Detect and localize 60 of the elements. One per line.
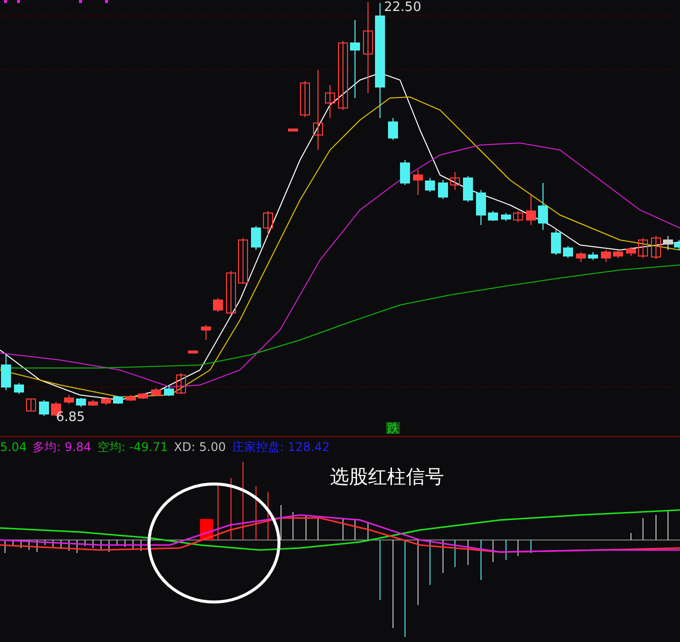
annotation-text: 选股红柱信号 <box>330 468 444 487</box>
candlestick <box>1 354 11 390</box>
candlestick <box>476 190 486 226</box>
candlestick <box>151 388 161 396</box>
candlestick <box>463 176 473 202</box>
candlestick <box>101 396 111 406</box>
candlestick <box>164 386 174 396</box>
top-marker <box>105 0 108 3</box>
signal-label: 跌 <box>386 422 400 434</box>
candlestick <box>138 392 148 400</box>
candlestick <box>563 246 573 258</box>
candlestick <box>588 252 598 260</box>
candlestick <box>76 398 86 408</box>
candlestick <box>213 298 223 312</box>
candlestick <box>488 210 498 222</box>
candlestick <box>88 400 98 406</box>
candlestick <box>438 180 448 200</box>
candlestick <box>513 210 523 222</box>
candlestick <box>26 398 36 412</box>
indicator-readout: XD: 5.00 <box>174 440 226 452</box>
high-price-label: 22.50 <box>384 1 422 14</box>
indicator-readout: 庄家控盘: 128.42 <box>232 440 330 452</box>
candlestick <box>263 210 273 236</box>
low-price-label: 6.85 <box>56 411 85 424</box>
indicator-readout: 5.04 <box>0 440 27 452</box>
candlestick <box>39 400 49 416</box>
candlestick <box>538 182 548 230</box>
candlestick <box>226 270 236 314</box>
candlestick <box>288 128 298 132</box>
candlestick <box>64 394 74 404</box>
candlestick <box>576 252 586 262</box>
candlestick <box>14 382 24 394</box>
candlestick <box>188 350 198 354</box>
candlestick <box>626 246 636 256</box>
candlestick <box>601 250 611 262</box>
candlestick <box>338 40 348 110</box>
candlestick <box>638 238 648 258</box>
candlestick <box>413 170 423 196</box>
candlestick <box>501 212 511 222</box>
candlestick <box>450 172 460 190</box>
top-marker <box>79 0 82 3</box>
indicator-readout: 多均: 9.84 <box>32 440 92 452</box>
candlestick <box>551 230 561 256</box>
candlestick <box>425 178 435 192</box>
candlestick <box>388 118 398 140</box>
candlestick <box>176 372 186 394</box>
candlestick <box>201 324 211 340</box>
candlestick <box>400 160 410 186</box>
candlestick <box>613 250 623 258</box>
candlestick <box>126 394 136 402</box>
top-marker <box>4 0 7 3</box>
candlestick <box>325 84 335 118</box>
indicator-readout: 空均: -49.71 <box>97 440 168 452</box>
candlestick <box>251 226 261 250</box>
candlestick <box>300 80 310 118</box>
top-marker <box>17 0 20 3</box>
candlestick <box>526 194 536 226</box>
candlestick <box>238 238 248 284</box>
candlestick <box>651 236 661 260</box>
candlestick <box>113 396 123 404</box>
